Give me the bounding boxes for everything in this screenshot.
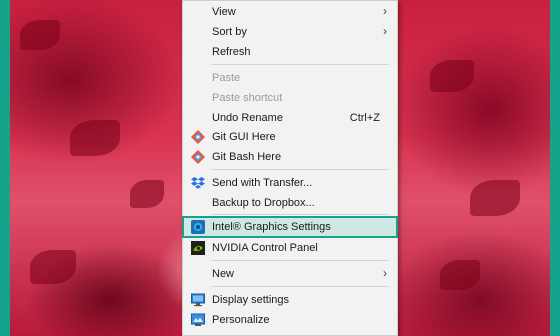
git-icon [191,150,205,164]
menu-item-label: View [212,6,236,18]
menu-item-display-settings[interactable]: Display settings [183,290,397,310]
menu-item-label: Git GUI Here [212,131,276,143]
menu-item-label: Refresh [212,46,251,58]
wallpaper-leaf [430,60,474,92]
menu-item-label: Paste shortcut [212,92,283,104]
menu-item-label: Send with Transfer... [212,177,313,189]
menu-item-undo-rename[interactable]: Undo Rename Ctrl+Z [183,108,397,128]
menu-separator [211,64,389,65]
desktop-context-menu: View › Sort by › Refresh Paste Paste sho… [182,0,398,336]
display-icon [191,293,205,307]
menu-item-label: New [212,268,235,280]
chevron-right-icon: › [383,266,387,280]
menu-item-personalize[interactable]: Personalize [183,310,397,330]
menu-item-label: NVIDIA Control Panel [212,242,318,254]
menu-item-label: Git Bash Here [212,151,282,163]
menu-item-paste-shortcut[interactable]: Paste shortcut [183,88,397,108]
git-icon [191,130,205,144]
dropbox-icon [191,177,205,189]
wallpaper-leaf [70,120,120,156]
menu-item-paste[interactable]: Paste [183,68,397,88]
menu-item-intel-graphics-settings[interactable]: Intel® Graphics Settings [182,216,398,238]
menu-separator [211,286,389,287]
shortcut-hint: Ctrl+Z [349,112,380,124]
personalize-icon [191,313,205,326]
wallpaper-leaf [30,250,76,284]
menu-item-label: Backup to Dropbox... [212,197,315,209]
menu-item-git-bash[interactable]: Git Bash Here [183,147,397,167]
wallpaper-leaf [470,180,520,216]
menu-item-sort-by[interactable]: Sort by › [183,22,397,42]
menu-item-git-gui[interactable]: Git GUI Here [183,127,397,147]
menu-separator [211,169,389,170]
menu-separator [211,260,389,261]
menu-item-label: Personalize [212,314,270,326]
menu-item-new[interactable]: New › [183,264,397,284]
menu-item-view[interactable]: View › [183,2,397,22]
intel-graphics-icon [191,220,205,234]
wallpaper-leaf [130,180,164,208]
menu-item-label: Sort by [212,26,247,38]
menu-item-label: Undo Rename [212,112,283,124]
chevron-right-icon: › [383,24,387,38]
menu-item-label: Intel® Graphics Settings [212,221,331,233]
menu-item-refresh[interactable]: Refresh [183,42,397,62]
menu-item-backup-to-dropbox[interactable]: Backup to Dropbox... [183,193,397,213]
menu-item-label: Paste [212,72,241,84]
nvidia-icon [191,241,205,255]
wallpaper-leaf [20,20,60,50]
menu-item-label: Display settings [212,294,290,306]
menu-item-send-with-transfer[interactable]: Send with Transfer... [183,173,397,193]
menu-separator [211,214,389,215]
menu-item-nvidia-control-panel[interactable]: NVIDIA Control Panel [183,238,397,258]
wallpaper-leaf [440,260,480,290]
chevron-right-icon: › [383,4,387,18]
